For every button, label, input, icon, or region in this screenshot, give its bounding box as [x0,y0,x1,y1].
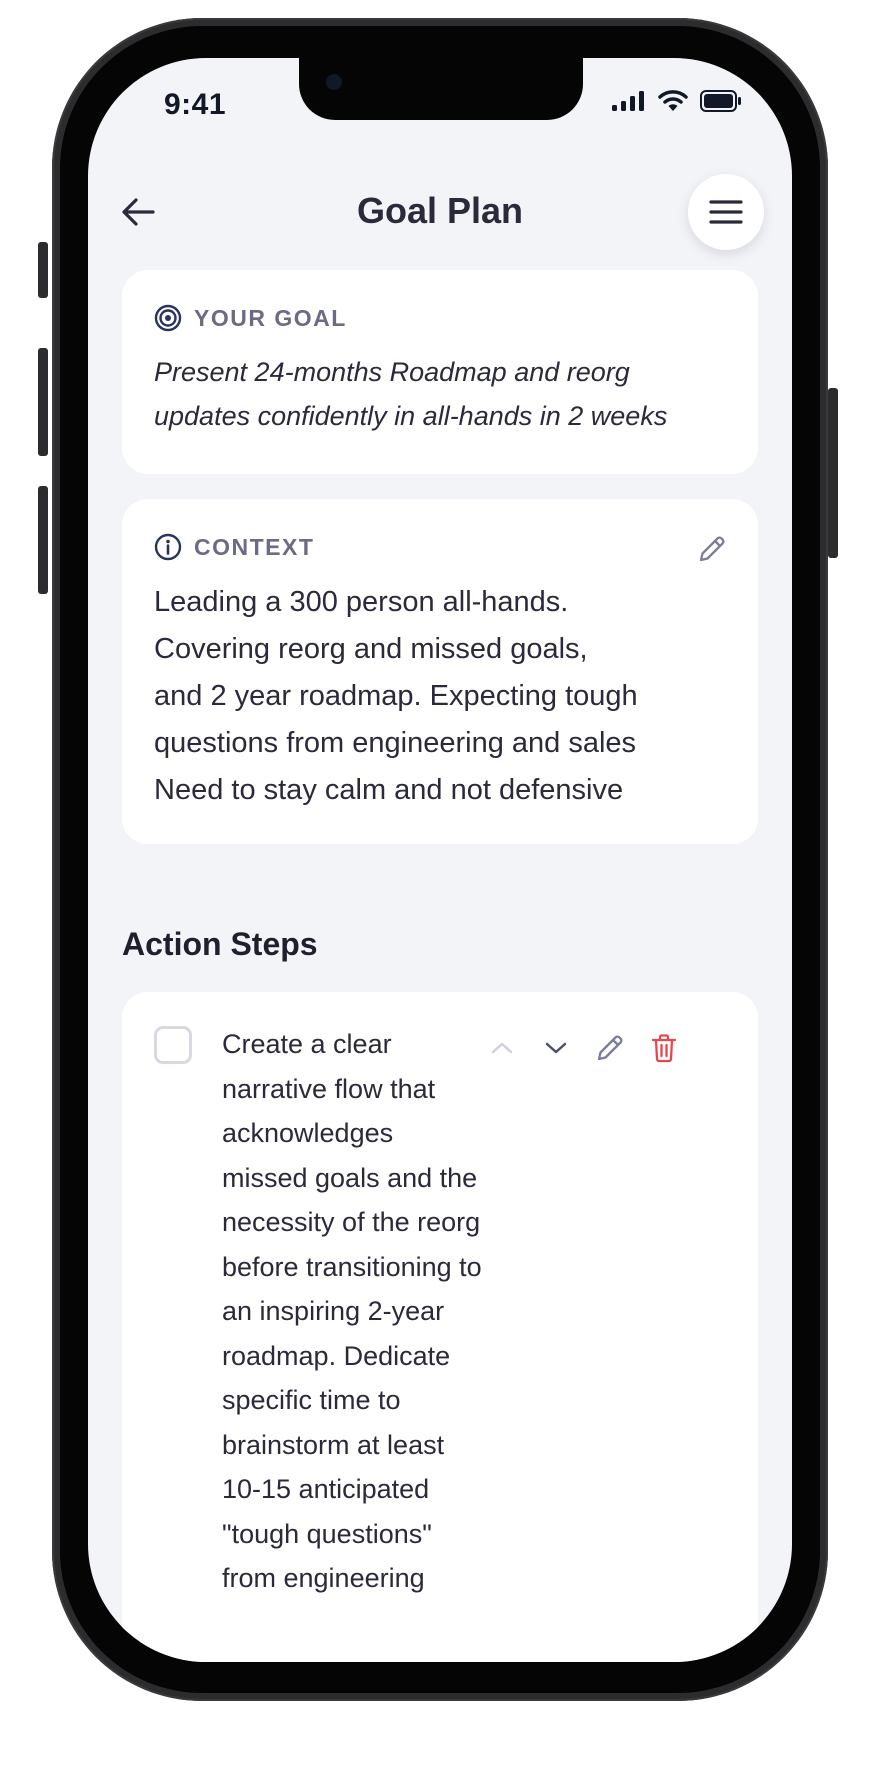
move-up-button[interactable] [484,1030,520,1066]
pencil-icon [699,536,725,562]
status-icons [612,90,742,112]
front-camera [326,74,342,90]
delete-step-button[interactable] [646,1030,682,1066]
wifi-icon [658,90,688,111]
cellular-signal-icon [612,91,644,111]
page-header: Goal Plan [88,166,792,256]
action-step-card: Create a clear narrative flow that ackno… [122,992,758,1662]
goal-card: YOUR GOAL Present 24-months Roadmap and … [122,270,758,474]
chevron-up-icon [491,1042,513,1054]
step-actions [484,1030,682,1066]
step-text: Create a clear narrative flow that ackno… [222,1029,482,1593]
context-text: Leading a 300 person all-hands. Covering… [154,586,638,806]
context-card: CONTEXT Leading a 300 person all-hands. … [122,499,758,844]
goal-label-text: YOUR GOAL [194,304,347,331]
action-steps-title: Action Steps [122,926,318,962]
step-checkbox[interactable] [154,1026,192,1064]
volume-up-button [38,348,48,456]
notch [299,58,583,120]
info-icon [154,533,182,561]
status-time: 9:41 [164,88,227,121]
app-screen: 9:41 Goal Plan YOUR GOAL Present 24-mont… [88,58,792,1662]
context-label-text: CONTEXT [194,533,315,560]
edit-context-button[interactable] [694,531,730,567]
goal-text: Present 24-months Roadmap and reorg upda… [154,357,668,431]
menu-button[interactable] [688,174,764,250]
hamburger-menu-icon [709,200,743,224]
page-title: Goal Plan [356,190,524,231]
battery-icon [700,90,741,112]
chevron-down-icon [545,1042,567,1054]
target-icon [154,304,182,332]
context-label: CONTEXT [154,533,726,561]
move-down-button[interactable] [538,1030,574,1066]
power-button [828,388,838,558]
goal-label: YOUR GOAL [154,304,726,332]
volume-down-button [38,486,48,594]
trash-icon [651,1034,677,1063]
mute-switch [38,242,48,298]
edit-step-button[interactable] [592,1030,628,1066]
pencil-icon [597,1035,623,1061]
